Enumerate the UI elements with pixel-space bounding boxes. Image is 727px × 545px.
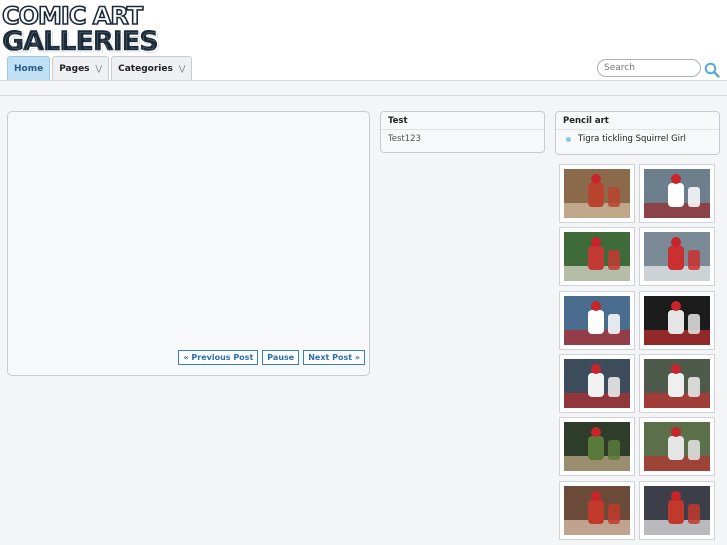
nav-pages-label: Pages — [59, 63, 90, 74]
thumb-baseball-2[interactable] — [639, 164, 715, 223]
slider-controls: « Previous Post Pause Next Post » — [178, 350, 365, 365]
main-nav: Home Pages ⋁ Categories ⋁ — [7, 56, 193, 80]
thumbnail-image — [644, 359, 710, 408]
widget-title: Pencil art — [556, 112, 719, 130]
chevron-down-icon: ⋁ — [178, 64, 186, 73]
nav-divider — [0, 80, 727, 81]
thumbnail-image — [644, 296, 710, 345]
thumbnail-image — [564, 232, 630, 281]
svg-text:GALLERIES: GALLERIES — [4, 28, 160, 54]
thumbnail-image — [564, 296, 630, 345]
widget-body: Test123 — [388, 134, 421, 144]
previous-post-button[interactable]: « Previous Post — [178, 350, 259, 365]
thumbnail-image — [644, 486, 710, 535]
thumb-baseball-8[interactable] — [639, 354, 715, 413]
pencil-art-link[interactable]: Tigra tickling Squirrel Girl — [578, 134, 686, 144]
thumb-baseball-12[interactable] — [639, 481, 715, 540]
nav-home-label: Home — [14, 63, 44, 74]
nav-categories[interactable]: Categories ⋁ — [111, 56, 193, 80]
pause-button[interactable]: Pause — [262, 350, 300, 365]
nav-pages[interactable]: Pages ⋁ — [52, 56, 110, 80]
thumb-baseball-5[interactable] — [559, 291, 635, 350]
nav-home[interactable]: Home — [7, 56, 51, 80]
thumb-baseball-6[interactable] — [639, 291, 715, 350]
thumb-baseball-4[interactable] — [639, 227, 715, 286]
search-input[interactable] — [598, 60, 700, 76]
thumb-baseball-1[interactable] — [559, 164, 635, 223]
thumbnail-image — [644, 422, 710, 471]
nav-categories-label: Categories — [118, 63, 173, 74]
thumbnail-image — [644, 169, 710, 218]
pencil-art-list: Tigra tickling Squirrel Girl — [556, 130, 719, 148]
thumbnail-image — [564, 486, 630, 535]
widget-test: Test Test123 — [380, 111, 545, 153]
thumb-baseball-11[interactable] — [559, 481, 635, 540]
search-icon[interactable] — [704, 62, 720, 78]
bullet-icon — [566, 136, 571, 142]
thumb-baseball-10[interactable] — [639, 417, 715, 476]
list-item[interactable]: Tigra tickling Squirrel Girl — [563, 134, 712, 144]
widget-pencil-art: Pencil art Tigra tickling Squirrel Girl — [555, 111, 720, 155]
thumb-baseball-7[interactable] — [559, 354, 635, 413]
thumb-baseball-3[interactable] — [559, 227, 635, 286]
thumbnail-image — [644, 232, 710, 281]
thumb-baseball-9[interactable] — [559, 417, 635, 476]
thumbnail-image — [564, 422, 630, 471]
thumbnail-image — [564, 359, 630, 408]
site-logo[interactable]: COMIC ART GALLERIES GALLERIES — [2, 2, 162, 54]
widget-title: Test — [381, 112, 544, 130]
search-box — [597, 59, 701, 77]
thumbnail-image — [564, 169, 630, 218]
next-post-button[interactable]: Next Post » — [303, 350, 365, 365]
chevron-down-icon: ⋁ — [95, 64, 103, 73]
featured-slider: « Previous Post Pause Next Post » — [7, 111, 370, 376]
site-header: COMIC ART GALLERIES GALLERIES Home Pages… — [0, 0, 727, 80]
